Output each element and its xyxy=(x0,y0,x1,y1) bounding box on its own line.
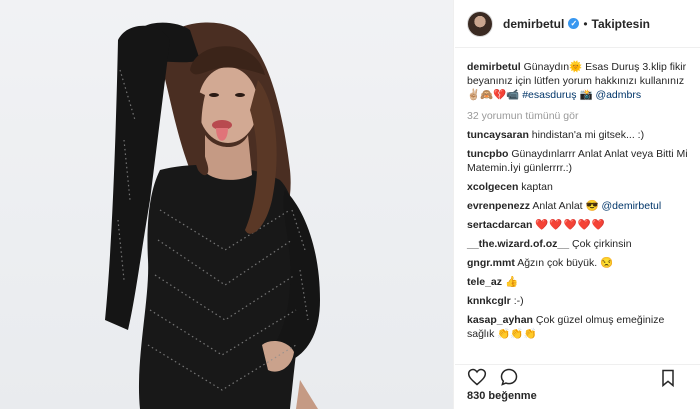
post-header: demirbetul ✓ • Takiptesin xyxy=(455,0,700,48)
view-all-comments-link[interactable]: 32 yorumun tümünü gör xyxy=(467,110,690,122)
caption-emoji: 📸 xyxy=(579,89,593,101)
comment-row: tuncpbo Günaydınlarrr Anlat Anlat veya B… xyxy=(467,147,690,175)
comment-row: evrenpenezz Anlat Anlat 😎 @demirbetul xyxy=(467,199,690,213)
comment-row: tuncaysaran hindistan'a mi gitsek... :) xyxy=(467,128,690,142)
caption: demirbetul Günaydın🌞 Esas Duruş 3.klip f… xyxy=(467,60,690,102)
header-separator: • xyxy=(583,16,588,31)
comment-username[interactable]: evrenpenezz xyxy=(467,200,530,212)
comment-row: gngr.mmt Ağzın çok büyük. 😒 xyxy=(467,256,690,270)
comment-text: Anlat Anlat 😎 xyxy=(532,200,599,212)
comment-row: knnkcglr :-) xyxy=(467,294,690,308)
caption-hashtag[interactable]: #esasduruş xyxy=(522,89,576,101)
comment-text: Ağzın çok büyük. 😒 xyxy=(517,257,614,269)
comment-username[interactable]: kasap_ayhan xyxy=(467,314,533,326)
comment-username[interactable]: __the.wizard.of.oz__ xyxy=(467,238,569,250)
comment-text: hindistan'a mi gitsek... :) xyxy=(531,129,645,141)
caption-username[interactable]: demirbetul xyxy=(467,61,521,73)
comment-username[interactable]: xcolgecen xyxy=(467,181,518,193)
heart-icon[interactable] xyxy=(467,367,487,387)
comment-username[interactable]: gngr.mmt xyxy=(467,257,515,269)
comment-mention[interactable]: @demirbetul xyxy=(602,200,662,212)
comment-text: 👍 xyxy=(504,276,519,288)
comment-row: xcolgecen kaptan xyxy=(467,180,690,194)
bookmark-icon[interactable] xyxy=(658,368,678,388)
header-username[interactable]: demirbetul xyxy=(503,17,564,31)
comment-username[interactable]: tele_az xyxy=(467,276,502,288)
avatar[interactable] xyxy=(467,10,493,37)
comment-row: __the.wizard.of.oz__ Çok çirkinsin xyxy=(467,237,690,251)
comment-text: Çok çirkinsin xyxy=(572,238,632,250)
comment-username[interactable]: tuncaysaran xyxy=(467,129,529,141)
follow-status-button[interactable]: Takiptesin xyxy=(592,17,650,31)
comment-text: kaptan xyxy=(521,181,553,193)
comment-username[interactable]: tuncpbo xyxy=(467,148,508,160)
post-photo[interactable] xyxy=(0,0,454,409)
woman-in-black-dress-image xyxy=(105,22,320,409)
comment-username[interactable]: knnkcglr xyxy=(467,295,511,307)
comment-username[interactable]: sertacdarcan xyxy=(467,219,532,231)
comment-text: ❤️❤️❤️❤️❤️ xyxy=(535,219,606,231)
comment-text: :-) xyxy=(513,295,524,307)
comments-list[interactable]: demirbetul Günaydın🌞 Esas Duruş 3.klip f… xyxy=(455,60,700,360)
verified-badge-icon: ✓ xyxy=(568,18,580,29)
likes-count[interactable]: 830 beğenme xyxy=(467,390,537,402)
comment-icon[interactable] xyxy=(499,367,519,387)
post-side-panel: demirbetul ✓ • Takiptesin demirbetul Gün… xyxy=(455,0,700,409)
caption-mention[interactable]: @admbrs xyxy=(595,89,641,101)
action-bar xyxy=(455,364,700,388)
comment-row: kasap_ayhan Çok güzel olmuş emeğinize sa… xyxy=(467,313,690,341)
comment-row: tele_az 👍 xyxy=(467,275,690,289)
comment-row: sertacdarcan ❤️❤️❤️❤️❤️ xyxy=(467,218,690,232)
